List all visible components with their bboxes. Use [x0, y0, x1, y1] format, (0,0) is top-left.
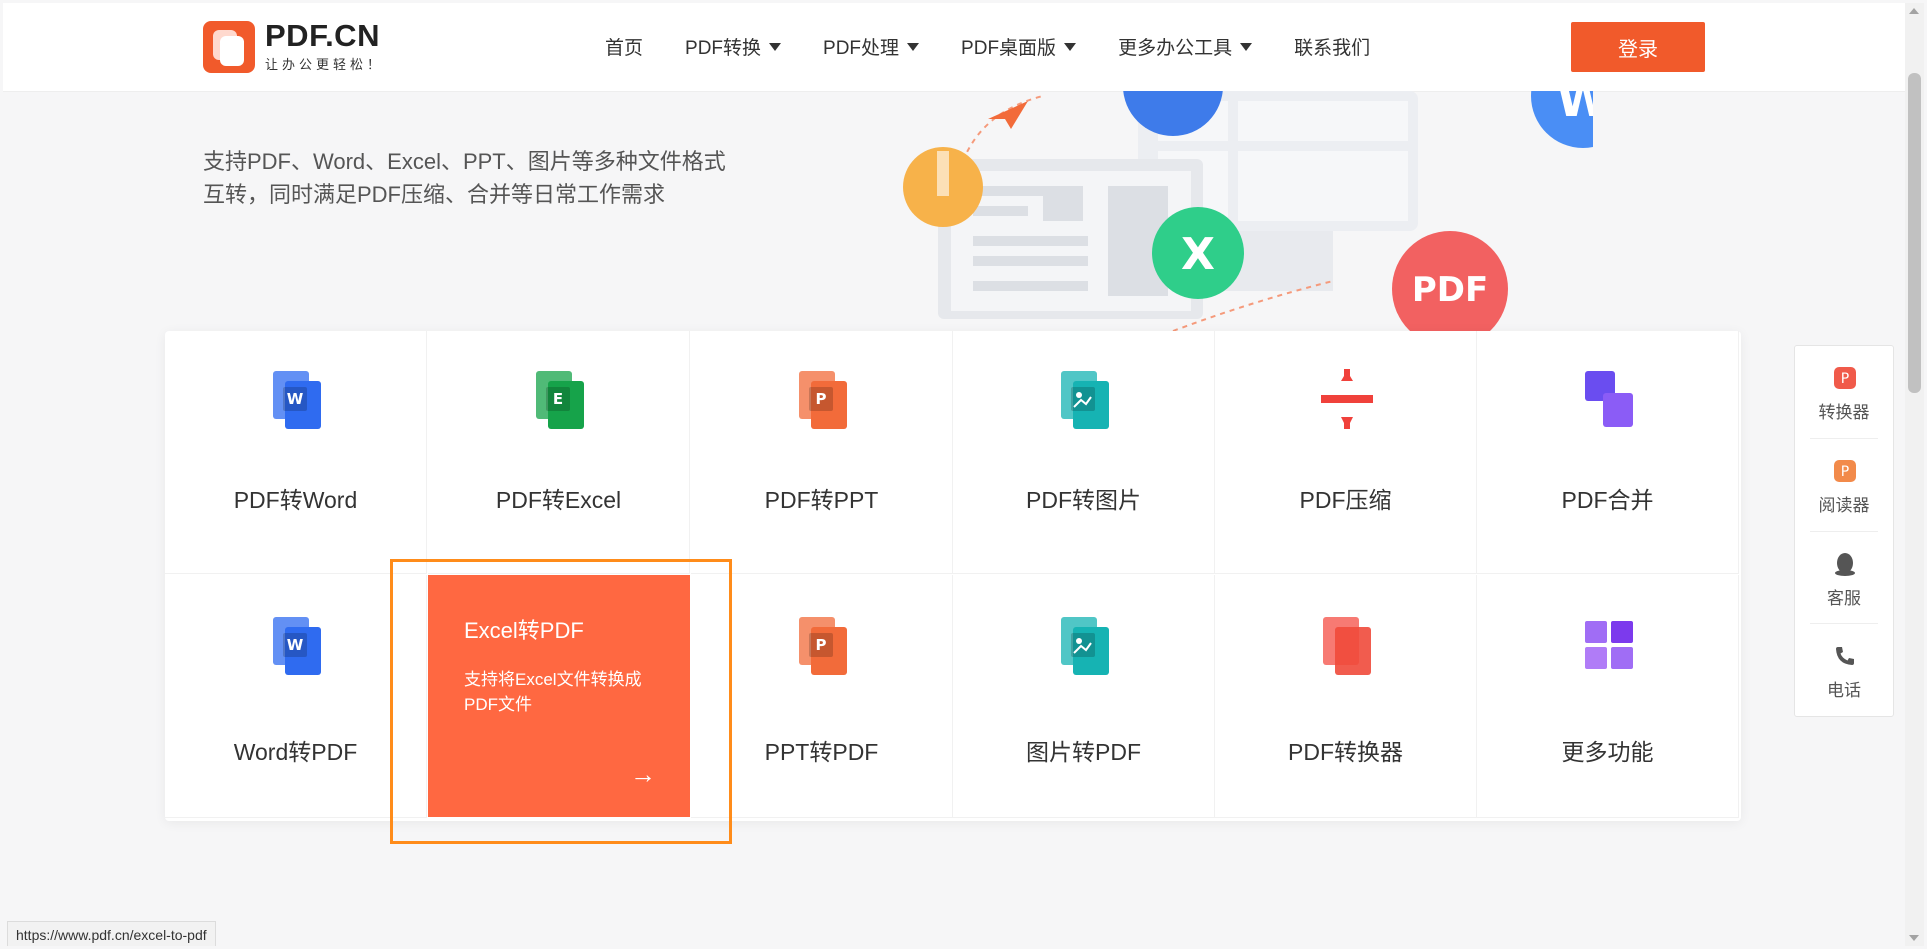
- caret-down-icon: [1064, 42, 1077, 51]
- caret-down-icon: [769, 42, 782, 51]
- compress-icon: [1321, 369, 1373, 429]
- caret-down-icon: [907, 42, 920, 51]
- tool-label: 更多功能: [1561, 739, 1654, 765]
- tool-label: PDF转Excel: [495, 487, 622, 513]
- tool-图片转pdf[interactable]: 图片转PDF: [953, 575, 1215, 818]
- svg-text:P: P: [1841, 371, 1849, 387]
- tool-pdf合并[interactable]: PDF合并: [1477, 331, 1739, 574]
- hero-description: 支持PDF、Word、Excel、PPT、图片等多种文件格式 互转，同时满足PD…: [203, 145, 726, 211]
- sidebar-phone[interactable]: 电话: [1795, 624, 1893, 716]
- sidebar-customer-service[interactable]: 客服: [1795, 532, 1893, 624]
- sidebar-reader[interactable]: P 阅读器: [1795, 439, 1893, 531]
- site-logo[interactable]: PDF.CN 让办公更轻松！: [203, 20, 384, 73]
- tool-更多功能[interactable]: 更多功能: [1477, 575, 1739, 818]
- logo-name: PDF.CN: [265, 18, 380, 53]
- tool-label: PDF转Word: [233, 487, 358, 513]
- merge-icon: [1585, 371, 1633, 427]
- nav-contact[interactable]: 联系我们: [1294, 33, 1370, 60]
- arrow-right-icon[interactable]: →: [630, 759, 656, 790]
- tool-label: PDF合并: [1561, 487, 1654, 513]
- svg-text:P: P: [1841, 464, 1849, 480]
- login-button[interactable]: 登录: [1571, 22, 1705, 72]
- vertical-scrollbar[interactable]: [1905, 3, 1924, 946]
- hero-line-2: 互转，同时满足PDF压缩、合并等日常工作需求: [203, 182, 666, 207]
- reader-app-icon: P: [1834, 460, 1856, 482]
- tool-pdf转word[interactable]: W PDF转Word: [165, 331, 427, 574]
- scroll-down-arrow-icon[interactable]: [1909, 935, 1919, 941]
- tool-label: PDF转PPT: [764, 487, 879, 513]
- phone-icon: [1836, 647, 1854, 665]
- nav-pdf-process[interactable]: PDF处理: [823, 33, 920, 60]
- tool-pdf转excel[interactable]: E PDF转Excel: [428, 331, 690, 574]
- hero-w-text: W: [1557, 91, 1593, 128]
- nav-pdf-desktop[interactable]: PDF桌面版: [961, 33, 1077, 60]
- ppt-icon: P: [799, 371, 847, 429]
- excel-to-pdf-hover-card[interactable]: Excel转PDF 支持将Excel文件转换成PDF文件 →: [428, 575, 690, 817]
- tool-pdf压缩[interactable]: PDF压缩: [1215, 331, 1477, 574]
- word-icon: W: [273, 617, 321, 675]
- tool-label: PDF转图片: [1026, 487, 1141, 513]
- tool-label: Word转PDF: [233, 739, 358, 765]
- ppt-icon: P: [799, 617, 847, 675]
- tool-label: 图片转PDF: [1026, 739, 1141, 765]
- hero-illustration: X W PDF: [903, 91, 1593, 336]
- nav-home[interactable]: 首页: [605, 33, 643, 60]
- image-icon: [1061, 371, 1109, 429]
- tool-word转pdf[interactable]: W Word转PDF: [165, 575, 427, 818]
- hero-pdf-text: PDF: [1412, 270, 1488, 310]
- page: PDF.CN 让办公更轻松！ 首页 PDF转换 PDF处理 PDF桌面版 更多办…: [3, 3, 1905, 946]
- tool-label: PDF转换器: [1288, 739, 1403, 765]
- svg-text:P: P: [816, 636, 827, 654]
- top-header: PDF.CN 让办公更轻松！ 首页 PDF转换 PDF处理 PDF桌面版 更多办…: [3, 3, 1905, 92]
- nav-more-tools[interactable]: 更多办公工具: [1118, 33, 1253, 60]
- tool-pdf转ppt[interactable]: P PDF转PPT: [691, 331, 953, 574]
- image-icon: [1061, 617, 1109, 675]
- hero-x-text: X: [1181, 229, 1215, 280]
- more-grid-icon: [1585, 621, 1633, 669]
- scroll-thumb[interactable]: [1908, 73, 1921, 393]
- excel-icon: E: [536, 371, 584, 429]
- hover-card-title: Excel转PDF: [464, 618, 584, 643]
- logo-icon: [203, 20, 255, 73]
- sidebar-converter[interactable]: P 转换器: [1795, 346, 1893, 438]
- hover-card-description: 支持将Excel文件转换成PDF文件: [464, 670, 642, 714]
- svg-text:W: W: [287, 390, 304, 408]
- tool-label: PDF压缩: [1299, 487, 1392, 513]
- logo-slogan: 让办公更轻松！: [265, 57, 385, 72]
- tool-pdf转换器[interactable]: PDF转换器: [1215, 575, 1477, 818]
- hero-line-1: 支持PDF、Word、Excel、PPT、图片等多种文件格式: [203, 149, 726, 174]
- floating-sidebar: P 转换器 P 阅读器 客服 电话: [1794, 345, 1894, 717]
- status-bar-url: https://www.pdf.cn/excel-to-pdf: [7, 921, 216, 946]
- converter-app-icon: P: [1834, 367, 1856, 389]
- nav-pdf-convert[interactable]: PDF转换: [685, 33, 782, 60]
- svg-text:W: W: [287, 636, 304, 654]
- qq-service-icon: [1835, 553, 1855, 576]
- word-icon: W: [273, 371, 321, 429]
- caret-down-icon: [1240, 42, 1253, 51]
- svg-text:P: P: [816, 390, 827, 408]
- scroll-up-arrow-icon[interactable]: [1909, 8, 1919, 14]
- tool-ppt转pdf[interactable]: P PPT转PDF: [691, 575, 953, 818]
- converter-icon: [1323, 617, 1371, 675]
- main-nav: 首页 PDF转换 PDF处理 PDF桌面版 更多办公工具 联系我们: [605, 33, 1412, 60]
- svg-text:E: E: [553, 390, 563, 408]
- tool-pdf转图片[interactable]: PDF转图片: [953, 331, 1215, 574]
- tool-label: PPT转PDF: [764, 739, 879, 765]
